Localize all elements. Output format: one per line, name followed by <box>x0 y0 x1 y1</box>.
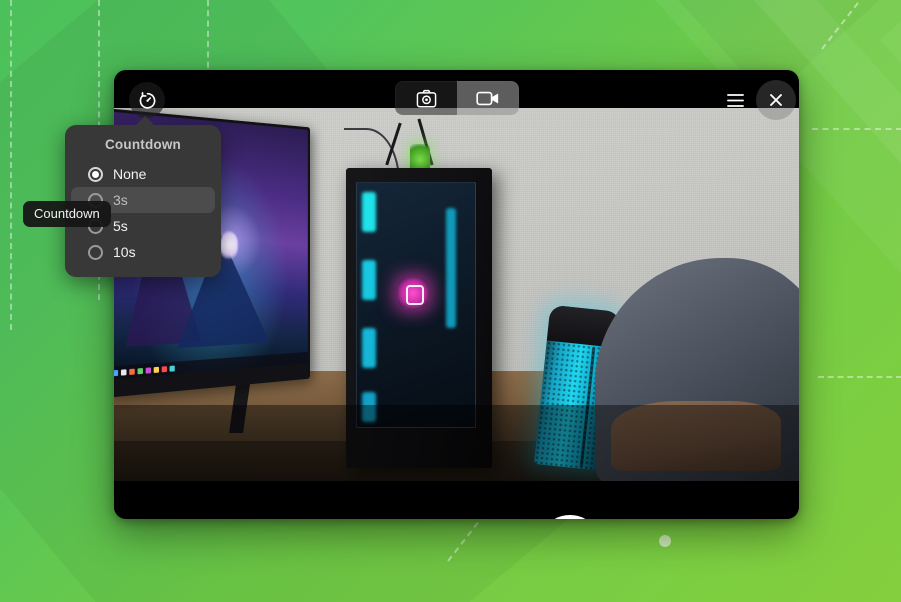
wallpaper-dashed-line <box>812 128 901 130</box>
wallpaper-dot <box>659 535 671 547</box>
radio-unchecked-icon <box>88 244 103 260</box>
wallpaper-band <box>880 0 901 602</box>
countdown-option-label: 5s <box>113 218 128 234</box>
taskbar-icon <box>145 366 152 374</box>
wallpaper-dashed-line <box>821 0 879 50</box>
preview-bottom-overlay <box>114 405 799 481</box>
taskbar-icon <box>120 368 127 376</box>
countdown-tooltip: Countdown <box>23 201 111 227</box>
popover-title: Countdown <box>104 137 182 152</box>
camera-video-icon <box>476 91 499 105</box>
countdown-option-label: None <box>113 166 147 182</box>
preview-pc-logo <box>398 278 428 308</box>
desktop-wallpaper: Countdown None 3s 5s 10s Countdown <box>0 0 901 602</box>
preview-rgb-light <box>362 328 376 368</box>
mode-photo-button[interactable] <box>395 81 457 115</box>
popover-tail <box>135 116 155 126</box>
taskbar-icon <box>153 366 160 373</box>
taskbar-icon <box>129 368 135 375</box>
record-button[interactable] <box>539 515 601 519</box>
preview-rgb-light <box>362 192 376 232</box>
taskbar-icon <box>169 365 175 372</box>
radio-checked-icon <box>88 166 103 182</box>
countdown-timer-button[interactable] <box>129 82 165 118</box>
camera-window-header <box>114 70 799 126</box>
taskbar-icon <box>137 367 143 374</box>
preview-rgb-light <box>446 208 456 328</box>
camera-photo-icon <box>416 89 436 107</box>
preview-screen-glow <box>220 231 238 259</box>
wallpaper-dashed-line <box>10 0 12 330</box>
preview-rgb-light <box>362 260 376 300</box>
capture-mode-switch[interactable] <box>395 81 519 115</box>
wallpaper-dashed-line <box>818 376 901 378</box>
countdown-option-label: 10s <box>113 244 136 260</box>
timer-countdown-icon <box>139 91 155 109</box>
taskbar-icon <box>114 369 119 376</box>
countdown-option-none[interactable]: None <box>71 161 215 187</box>
mode-video-button[interactable] <box>457 81 519 115</box>
countdown-option-10s[interactable]: 10s <box>71 239 215 265</box>
countdown-option-label: 3s <box>113 192 128 208</box>
preview-screen-taskbar <box>114 351 308 380</box>
taskbar-icon <box>161 365 167 372</box>
main-menu-button[interactable] <box>717 82 753 118</box>
close-x-icon <box>770 94 782 106</box>
close-window-button[interactable] <box>756 80 796 120</box>
hamburger-menu-icon <box>726 93 744 107</box>
